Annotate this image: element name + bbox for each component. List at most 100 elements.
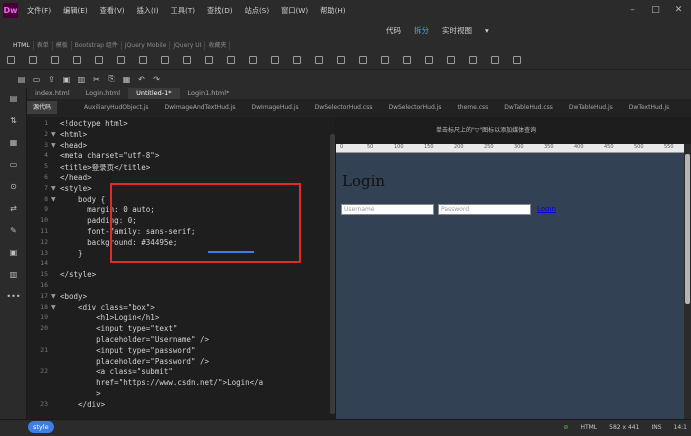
more-tools-icon[interactable]: ••• — [0, 286, 27, 308]
insert-tab-favorites[interactable]: 收藏夹 — [205, 41, 231, 50]
doc-tab-login1[interactable]: Login1.html* — [180, 88, 238, 99]
insert-heading-icon[interactable] — [73, 56, 81, 64]
related-file[interactable]: DwImageHud.js — [252, 99, 299, 117]
insert-more-icon[interactable] — [513, 56, 521, 64]
menu-file[interactable]: 文件(F) — [27, 0, 51, 21]
insert-canvas-icon[interactable] — [447, 56, 455, 64]
code-line[interactable]: placeholder="Username" /> — [60, 335, 209, 344]
wrap-tag-icon[interactable]: ▣ — [0, 242, 27, 264]
code-line[interactable]: > — [60, 389, 101, 398]
code-view-button[interactable]: 代码 — [386, 21, 401, 40]
recent-snippets-icon[interactable]: ▥ — [0, 264, 27, 286]
code-line[interactable]: href="https://www.csdn.net/">Login</a — [60, 378, 263, 387]
insert-iframe-icon[interactable] — [469, 56, 477, 64]
code-line[interactable]: <!doctype html> — [60, 119, 128, 128]
undo-icon[interactable]: ↶ — [134, 75, 149, 84]
live-login-link[interactable]: Login — [537, 205, 556, 213]
live-code-icon[interactable]: ▭ — [0, 154, 27, 176]
insert-tab-jquery-ui[interactable]: jQuery UI — [170, 41, 206, 50]
menu-help[interactable]: 帮助(H) — [320, 0, 345, 21]
fold-arrow-icon[interactable]: ▼ — [51, 196, 56, 203]
menu-site[interactable]: 站点(S) — [245, 0, 270, 21]
code-navigator-icon[interactable]: ▦ — [0, 132, 27, 154]
related-file[interactable]: AuxiliaryHudObject.js — [84, 99, 149, 117]
live-scroll-thumb[interactable] — [685, 154, 690, 304]
insert-div-icon[interactable] — [7, 56, 15, 64]
menu-insert[interactable]: 插入(I) — [137, 0, 159, 21]
related-file[interactable]: DwSelectorHud.js — [388, 99, 441, 117]
format-source-icon[interactable]: ✎ — [0, 220, 27, 242]
code-line[interactable]: <div class="box"> — [60, 303, 155, 312]
source-code-button[interactable]: 源代码 — [27, 101, 58, 114]
code-scrollbar[interactable] — [330, 134, 335, 414]
doc-tab-index[interactable]: index.html — [27, 88, 78, 99]
code-line[interactable]: <input type="password" — [60, 346, 195, 355]
minimize-icon[interactable]: – — [621, 0, 644, 21]
fold-arrow-icon[interactable]: ▼ — [51, 304, 56, 311]
print-icon[interactable]: ▥ — [74, 75, 89, 84]
insert-article-icon[interactable] — [293, 56, 301, 64]
insert-form-icon[interactable] — [491, 56, 499, 64]
maximize-icon[interactable]: □ — [644, 0, 667, 21]
insert-media-icon[interactable] — [425, 56, 433, 64]
insert-main-icon[interactable] — [249, 56, 257, 64]
related-file[interactable]: DwSelectorHud.css — [315, 99, 373, 117]
insert-figure-icon[interactable] — [117, 56, 125, 64]
live-username-input[interactable]: Username — [341, 204, 434, 215]
code-line[interactable]: <body> — [60, 292, 87, 301]
code-line[interactable]: <html> — [60, 130, 87, 139]
related-file[interactable]: theme.css — [457, 99, 488, 117]
code-line[interactable]: <a class="submit" — [60, 367, 173, 376]
tag-selector[interactable]: style — [28, 421, 54, 433]
insert-li-icon[interactable] — [183, 56, 191, 64]
save-icon[interactable]: ▣ — [59, 75, 74, 84]
insert-email-icon[interactable] — [381, 56, 389, 64]
insert-nav-icon[interactable] — [227, 56, 235, 64]
copy-icon[interactable]: ⎘ — [104, 74, 119, 84]
code-line[interactable]: placeholder="Password" /> — [60, 357, 209, 366]
open-documents-icon[interactable]: ▤ — [0, 88, 27, 110]
doc-tab-untitled-1[interactable]: Untitled-1* — [128, 88, 180, 99]
window-size[interactable]: 582 x 441 — [609, 419, 639, 436]
insert-tab-bootstrap[interactable]: Bootstrap 组件 — [72, 41, 122, 50]
new-file-icon[interactable]: ▤ — [14, 75, 29, 84]
insert-paragraph-icon[interactable] — [51, 56, 59, 64]
menu-edit[interactable]: 编辑(E) — [63, 0, 88, 21]
code-line[interactable]: <meta charset="utf-8"> — [60, 151, 159, 160]
live-scrollbar[interactable] — [684, 144, 691, 419]
menu-tools[interactable]: 工具(T) — [171, 0, 195, 21]
apply-comment-icon[interactable]: ⇄ — [0, 198, 27, 220]
insert-footer-icon[interactable] — [337, 56, 345, 64]
fold-arrow-icon[interactable]: ▼ — [51, 142, 56, 149]
menu-view[interactable]: 查看(V) — [100, 0, 125, 21]
insert-ul-icon[interactable] — [139, 56, 147, 64]
code-line[interactable]: </div> — [60, 400, 105, 409]
insert-script-icon[interactable] — [403, 56, 411, 64]
fold-arrow-icon[interactable]: ▼ — [51, 131, 56, 138]
insert-tab-form[interactable]: 表单 — [34, 41, 53, 50]
code-line[interactable]: <head> — [60, 141, 87, 150]
live-view-button[interactable]: 实时视图 — [442, 21, 472, 40]
code-line[interactable]: <h1>Login</h1> — [60, 313, 159, 322]
insert-image-icon[interactable] — [29, 56, 37, 64]
ruler[interactable]: 0 50 100 150 200 250 300 350 400 450 500… — [336, 144, 691, 153]
code-line[interactable]: body { — [60, 195, 105, 204]
fold-arrow-icon[interactable]: ▼ — [51, 185, 56, 192]
put-icon[interactable]: ⇪ — [44, 75, 59, 84]
insert-aside-icon[interactable] — [271, 56, 279, 64]
insert-ol-icon[interactable] — [161, 56, 169, 64]
related-file[interactable]: DwImageAndTextHud.js — [165, 99, 236, 117]
cut-icon[interactable]: ✂ — [89, 75, 104, 84]
code-line[interactable]: <title>登录页</title> — [60, 162, 150, 173]
doc-tab-login[interactable]: Login.html — [78, 88, 128, 99]
code-line[interactable]: } — [60, 249, 83, 258]
open-folder-icon[interactable]: ▭ — [29, 75, 44, 84]
code-line[interactable]: <input type="text" — [60, 324, 177, 333]
code-line[interactable]: <style> — [60, 184, 92, 193]
related-file[interactable]: DwTableHud.css — [504, 99, 553, 117]
related-file[interactable]: DwTableHud.js — [569, 99, 613, 117]
live-password-input[interactable]: Password — [438, 204, 531, 215]
document-type[interactable]: HTML — [580, 419, 597, 436]
paste-icon[interactable]: ▦ — [119, 75, 134, 84]
related-file[interactable]: DwTextHud.js — [629, 99, 670, 117]
